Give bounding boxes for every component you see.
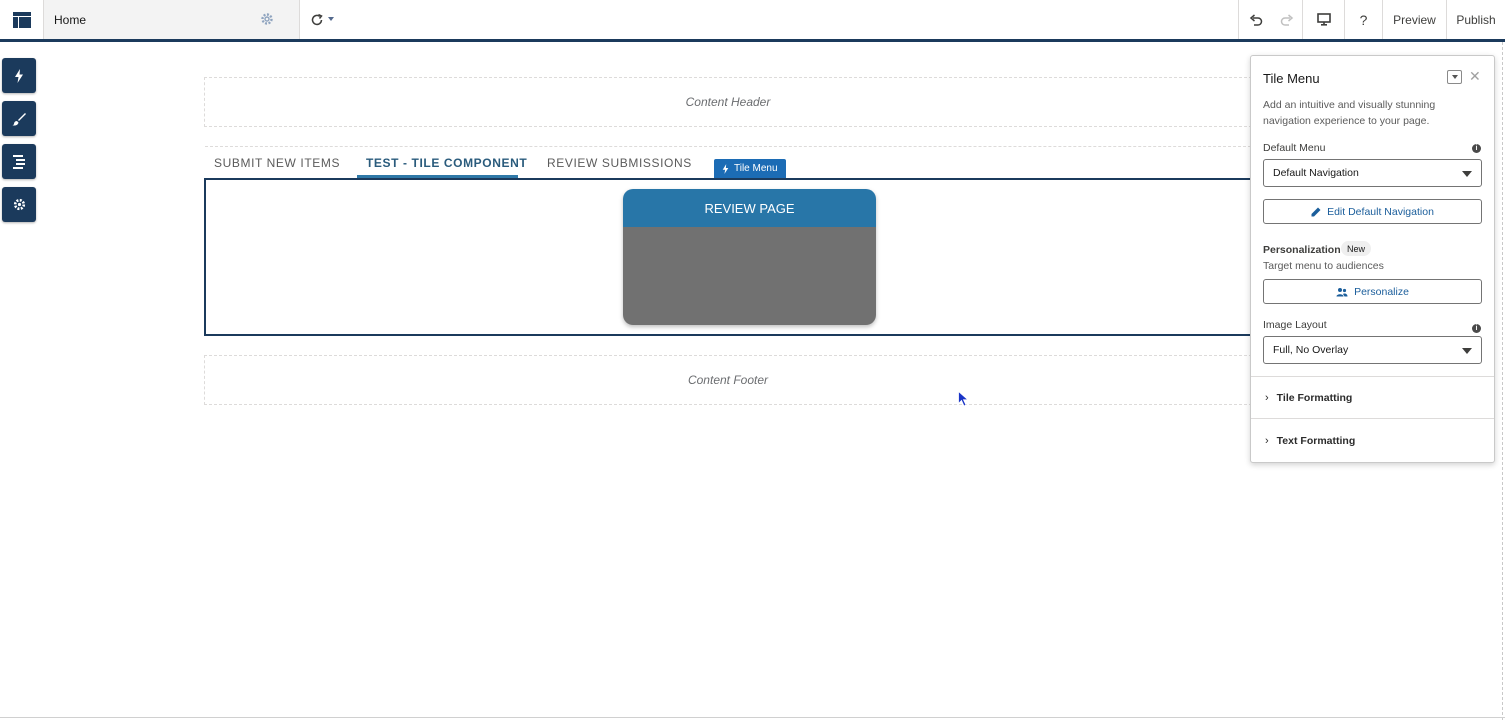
brush-icon — [12, 112, 26, 126]
chevron-right-icon: › — [1265, 392, 1269, 404]
tile-image — [623, 227, 876, 325]
content-footer-region[interactable]: Content Footer — [204, 355, 1252, 405]
dropdown-arrow-icon — [1462, 348, 1472, 354]
info-icon[interactable]: i — [1472, 324, 1481, 333]
theme-button[interactable] — [2, 101, 36, 136]
page-selector[interactable]: Home — [44, 0, 334, 39]
preview-button[interactable]: Preview — [1382, 0, 1446, 39]
chevron-down-icon — [1451, 75, 1458, 79]
tab-review-submissions[interactable]: REVIEW SUBMISSIONS — [547, 156, 692, 170]
undo-icon — [1249, 13, 1262, 26]
refresh-icon — [311, 13, 323, 25]
audience-icon — [1336, 287, 1348, 296]
device-view-button[interactable] — [1302, 0, 1344, 39]
builder-toolbar: Home ? Preview Publish — [0, 0, 1505, 42]
personalize-button[interactable]: Personalize — [1263, 279, 1482, 304]
mouse-cursor-icon — [958, 391, 969, 407]
image-layout-label: Image Layout — [1263, 319, 1327, 331]
personalization-description: Target menu to audiences — [1263, 260, 1384, 272]
panel-title: Tile Menu — [1263, 71, 1320, 86]
tile-formatting-section[interactable]: › Tile Formatting — [1265, 392, 1352, 404]
chevron-right-icon: › — [1265, 435, 1269, 447]
lightning-icon — [722, 163, 729, 174]
help-button[interactable]: ? — [1344, 0, 1382, 39]
builder-logo-icon — [12, 11, 31, 28]
left-sidebar — [2, 58, 36, 230]
info-icon[interactable]: i — [1472, 144, 1481, 153]
close-icon[interactable]: ✕ — [1469, 68, 1481, 85]
personalization-label: Personalization — [1263, 244, 1341, 256]
dropdown-arrow-icon — [1462, 171, 1472, 177]
builder-logo-button[interactable] — [0, 0, 44, 39]
redo-button[interactable] — [1272, 0, 1302, 39]
text-formatting-section[interactable]: › Text Formatting — [1265, 435, 1355, 447]
settings-button[interactable] — [2, 187, 36, 222]
undo-button[interactable] — [1238, 0, 1272, 39]
page-structure-button[interactable] — [2, 144, 36, 179]
panel-collapse-button[interactable] — [1447, 70, 1462, 84]
selected-component-label[interactable]: Tile Menu — [714, 159, 786, 178]
gear-icon — [13, 198, 25, 211]
review-page-tile[interactable]: REVIEW PAGE — [623, 189, 876, 325]
tile-title: REVIEW PAGE — [623, 189, 876, 227]
page-name: Home — [54, 12, 87, 27]
list-icon — [13, 154, 25, 169]
tab-test-tile-component[interactable]: TEST - TILE COMPONENT — [366, 156, 527, 170]
lightning-icon — [15, 68, 23, 83]
gear-icon[interactable] — [260, 12, 274, 26]
desktop-icon — [1316, 13, 1331, 26]
components-button[interactable] — [2, 58, 36, 93]
tab-submit-new-items[interactable]: SUBMIT NEW ITEMS — [214, 156, 340, 170]
image-layout-select[interactable]: Full, No Overlay — [1263, 336, 1482, 364]
panel-description: Add an intuitive and visually stunning n… — [1263, 99, 1436, 127]
content-header-region[interactable]: Content Header — [204, 77, 1252, 127]
redo-icon — [1280, 13, 1294, 26]
help-icon: ? — [1359, 11, 1368, 28]
publish-button[interactable]: Publish — [1446, 0, 1505, 39]
default-menu-label: Default Menu — [1263, 142, 1326, 154]
default-menu-select[interactable]: Default Navigation — [1263, 159, 1482, 187]
chevron-down-icon[interactable] — [328, 17, 334, 21]
new-badge: New — [1341, 241, 1372, 256]
pencil-icon — [1311, 207, 1321, 216]
property-panel: Tile Menu ✕ Add an intuitive and visuall… — [1250, 55, 1495, 463]
edit-default-navigation-button[interactable]: Edit Default Navigation — [1263, 199, 1482, 224]
